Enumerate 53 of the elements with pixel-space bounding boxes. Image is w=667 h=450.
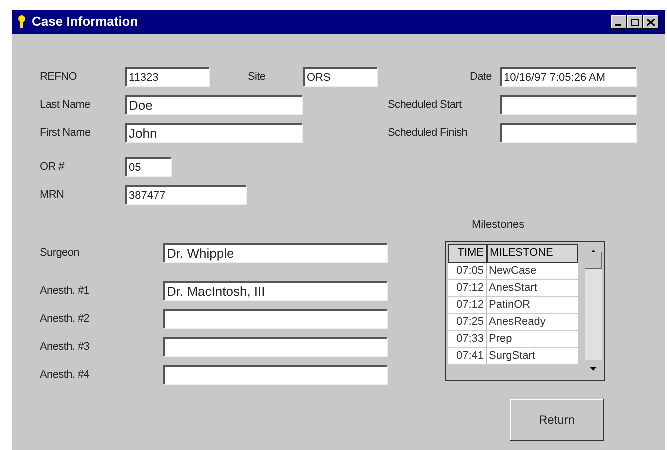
table-cell-text: Prep [488,332,514,346]
text-field[interactable]: John [125,123,303,143]
field-label: Scheduled Start [388,98,463,113]
field-label: Scheduled Finish [388,126,469,141]
field-label: REFNO [40,70,78,85]
field-label: Anesth. #1 [40,284,91,299]
field-label: Site [248,70,267,85]
text-field[interactable] [163,309,388,329]
field-label: Anesth. #3 [40,340,91,355]
table-cell: 07:12 [448,296,487,312]
text-field[interactable]: Dr. MacIntosh, III [163,281,388,301]
field-label: Anesth. #2 [40,312,91,327]
table-cell: 07:41 [448,348,487,364]
table-cell-text: PatinOR [488,298,532,312]
text-field[interactable] [163,365,388,385]
table-cell: 07:05 [448,262,487,278]
lightbulb-icon [18,15,26,29]
scroll-bar[interactable] [585,244,602,377]
table-cell: 07:25 [448,314,487,330]
text-field[interactable] [500,95,637,115]
text-field[interactable]: 11323 [125,67,210,87]
scroll-thumb-icon [585,252,602,269]
table-cell-text: AnesStart [488,280,538,296]
column-header[interactable]: MILESTONE [487,244,578,262]
text-field[interactable]: 10/16/97 7:05:26 AM [500,67,637,87]
close-button[interactable] [643,15,659,29]
maximize-icon [631,18,639,26]
field-label: OR # [40,160,66,175]
text-field[interactable]: Doe [125,95,303,115]
table-cell: 07:33 [448,330,487,346]
column-header[interactable]: TIME [448,244,487,262]
text-field[interactable] [500,123,637,143]
table-cell-text: AnesReady [488,314,547,330]
minimize-button[interactable] [611,15,627,29]
table-cell-text: SurgStart [488,348,536,364]
field-label: First Name [40,126,92,141]
field-label: Date [468,70,493,85]
table-cell-text: NewCase [488,264,538,278]
field-label: Surgeon [40,246,80,261]
field-label: Anesth. #4 [40,368,91,383]
close-icon [647,18,655,26]
maximize-button[interactable] [627,15,643,29]
table-cell: 07:12 [448,280,487,296]
window-title: Case Information [32,13,140,32]
text-field[interactable]: 387477 [125,185,247,205]
field-label: Last Name [40,98,92,113]
text-field[interactable]: ORS [303,67,378,87]
return-button[interactable]: Return [510,399,604,441]
field-label: MRN [40,188,66,203]
text-field[interactable] [163,337,388,357]
text-field[interactable]: Dr. Whipple [163,243,388,263]
milestones-title: Milestones [472,218,526,233]
text-field[interactable]: 05 [125,157,172,177]
